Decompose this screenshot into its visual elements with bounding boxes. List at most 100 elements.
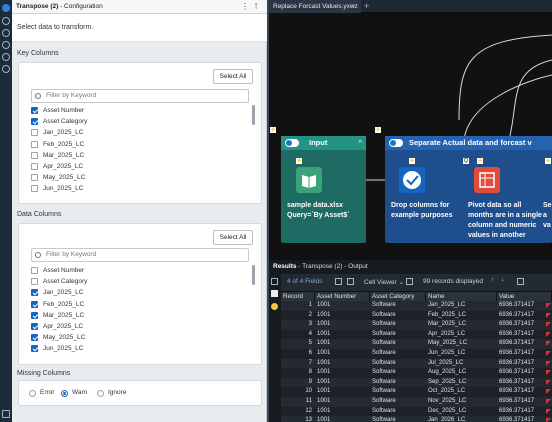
- checkbox[interactable]: [31, 267, 38, 274]
- table-cell[interactable]: 6936.371417: [497, 387, 552, 397]
- table-row[interactable]: 13 1001 Software Jan_2026_LC 6936.371417: [281, 416, 552, 422]
- table-row[interactable]: 3 1001 Software Mar_2025_LC 6936.371417: [281, 320, 552, 330]
- copy-icon[interactable]: [517, 278, 524, 285]
- collapse-icon[interactable]: ^: [358, 136, 362, 150]
- arrow-up-icon[interactable]: ↑: [491, 276, 494, 283]
- table-cell[interactable]: 1001: [315, 301, 370, 311]
- table-cell[interactable]: 9: [281, 378, 315, 388]
- radio-button[interactable]: [97, 390, 104, 397]
- table-cell[interactable]: Software: [370, 339, 426, 349]
- checkbox[interactable]: [31, 323, 38, 330]
- table-cell[interactable]: Software: [370, 378, 426, 388]
- table-cell[interactable]: Software: [370, 311, 426, 321]
- table-row[interactable]: 2 1001 Software Feb_2025_LC 6936.371417: [281, 310, 552, 321]
- checkbox[interactable]: [31, 334, 38, 342]
- checkbox[interactable]: [31, 345, 38, 353]
- column-option[interactable]: Jun_2025_LC: [31, 343, 241, 354]
- checkbox[interactable]: [31, 311, 38, 319]
- data-list-scrollbar[interactable]: [252, 265, 255, 285]
- column-option[interactable]: Apr_2025_LC: [31, 321, 241, 332]
- table-cell[interactable]: Sep_2025_LC: [426, 378, 497, 388]
- edit-icon[interactable]: [2, 410, 10, 418]
- checkbox[interactable]: [31, 118, 38, 126]
- table-cell[interactable]: Software: [370, 320, 426, 330]
- table-cell[interactable]: 4: [281, 330, 315, 340]
- checkbox[interactable]: [31, 107, 38, 114]
- column-header[interactable]: Asset Category: [370, 292, 426, 301]
- table-cell[interactable]: 6936.371417: [497, 311, 552, 321]
- table-cell[interactable]: Software: [370, 397, 426, 407]
- table-cell[interactable]: 10: [281, 387, 315, 397]
- table-cell[interactable]: 6936.371417: [497, 349, 552, 359]
- workflow-canvas[interactable]: Replace Forcast Values.yxwz × + ⚡ ⚡ Inpu…: [269, 0, 552, 260]
- table-row[interactable]: 6 1001 Software Jun_2025_LC 6936.371417: [281, 349, 552, 359]
- table-row[interactable]: 4 1001 Software Apr_2025_LC 6936.371417: [281, 329, 552, 340]
- checkbox[interactable]: [31, 129, 38, 137]
- table-row[interactable]: 9 1001 Software Sep_2025_LC 6936.371417: [281, 377, 552, 388]
- table-row[interactable]: 11 1001 Software Nov_2025_LC 6936.371417: [281, 397, 552, 407]
- input-container[interactable]: Input ^ ⚡ sample data.xlsx Query=`By Ass…: [281, 136, 366, 243]
- table-cell[interactable]: 1001: [315, 359, 370, 369]
- table-cell[interactable]: 1001: [315, 387, 370, 397]
- table-cell[interactable]: 1001: [315, 368, 370, 378]
- table-cell[interactable]: Nov_2025_LC: [426, 397, 497, 407]
- filter-icon[interactable]: [406, 278, 413, 285]
- table-cell[interactable]: 1: [281, 301, 315, 311]
- input-container-toggle[interactable]: [285, 139, 299, 147]
- table-cell[interactable]: 6936.371417: [497, 339, 552, 349]
- table-cell[interactable]: Jan_2026_LC: [426, 416, 497, 422]
- checkbox[interactable]: [31, 151, 38, 159]
- table-view-icon[interactable]: [347, 278, 354, 285]
- metadata-icon[interactable]: [271, 290, 278, 297]
- table-cell[interactable]: 1001: [315, 311, 370, 321]
- checkbox[interactable]: [31, 163, 38, 170]
- table-cell[interactable]: Software: [370, 407, 426, 417]
- edit-fields-icon[interactable]: [335, 278, 342, 285]
- table-cell[interactable]: Software: [370, 368, 426, 378]
- table-cell[interactable]: 8: [281, 368, 315, 378]
- column-option[interactable]: Jan_2025_LC: [31, 127, 241, 138]
- table-cell[interactable]: 11: [281, 397, 315, 407]
- results-grid[interactable]: Record Asset Number Asset Category Name Valu…: [281, 292, 552, 422]
- config-icon[interactable]: [2, 4, 10, 12]
- table-cell[interactable]: 1001: [315, 416, 370, 422]
- table-cell[interactable]: 1001: [315, 330, 370, 340]
- table-cell[interactable]: 5: [281, 339, 315, 349]
- data-icon[interactable]: [271, 278, 278, 285]
- table-row[interactable]: 8 1001 Software Aug_2025_LC 6936.371417: [281, 368, 552, 378]
- column-option[interactable]: Apr_2025_LC: [31, 161, 241, 172]
- table-cell[interactable]: 1001: [315, 397, 370, 407]
- checkbox[interactable]: [31, 174, 38, 182]
- select-tool-icon[interactable]: [399, 167, 425, 193]
- column-header[interactable]: Name: [426, 292, 497, 301]
- checkbox[interactable]: [31, 185, 38, 193]
- table-cell[interactable]: Software: [370, 387, 426, 397]
- table-cell[interactable]: Aug_2025_LC: [426, 368, 497, 378]
- more-icon[interactable]: ⋮: [241, 2, 249, 12]
- table-cell[interactable]: 1001: [315, 320, 370, 330]
- column-option[interactable]: Feb_2025_LC: [31, 299, 241, 310]
- table-cell[interactable]: Mar_2025_LC: [426, 320, 497, 330]
- transpose-tool-icon[interactable]: [474, 167, 500, 193]
- table-row[interactable]: 1 1001 Software Jan_2025_LC 6936.371417: [281, 301, 552, 311]
- messages-icon[interactable]: [271, 303, 278, 310]
- key-list-scrollbar[interactable]: [252, 105, 255, 125]
- column-option[interactable]: Asset Category: [31, 116, 241, 127]
- pin-icon[interactable]: ⊺: [254, 2, 258, 12]
- table-cell[interactable]: 6936.371417: [497, 368, 552, 378]
- table-cell[interactable]: 2: [281, 311, 315, 321]
- input-tool-icon[interactable]: [296, 167, 322, 193]
- data-select-all-button[interactable]: Select All: [213, 230, 253, 245]
- column-option[interactable]: Feb_2025_LC: [31, 139, 241, 150]
- checkbox[interactable]: [31, 140, 38, 148]
- table-cell[interactable]: Feb_2025_LC: [426, 311, 497, 321]
- properties-icon[interactable]: [2, 17, 10, 25]
- checkbox[interactable]: [31, 300, 38, 308]
- table-cell[interactable]: 6936.371417: [497, 407, 552, 417]
- table-cell[interactable]: Software: [370, 330, 426, 340]
- column-option[interactable]: Asset Category: [31, 276, 241, 287]
- column-option[interactable]: Mar_2025_LC: [31, 150, 241, 161]
- checkbox[interactable]: [31, 278, 38, 286]
- radio-button[interactable]: [61, 390, 68, 397]
- table-cell[interactable]: Dec_2025_LC: [426, 407, 497, 417]
